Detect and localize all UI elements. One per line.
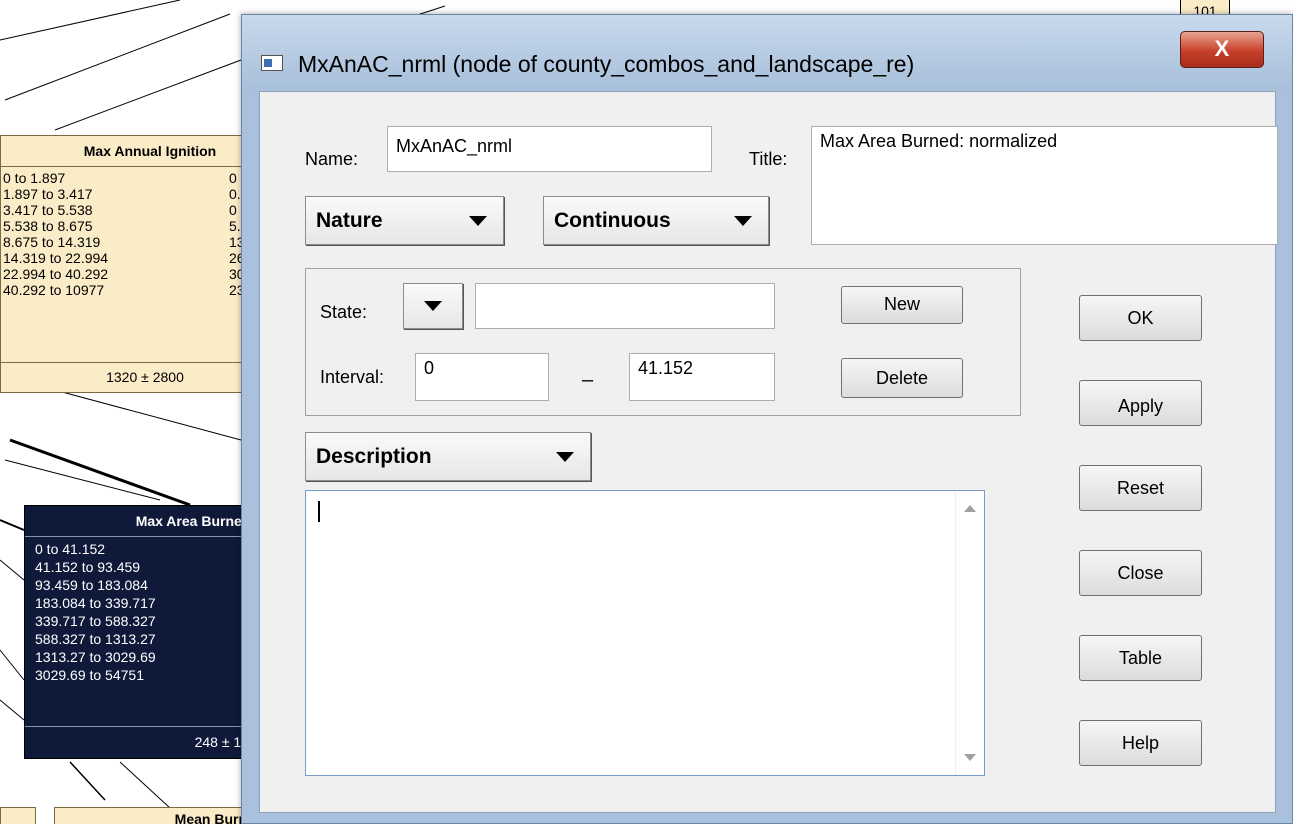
node-properties-dialog: MxAnAC_nrml (node of county_combos_and_l… [241,14,1293,824]
state-range: 40.292 to 10977 [3,282,105,298]
node-title: Max Annual Ignition [1,136,269,167]
node-state-row: 14.319 to 22.994 26. [1,250,269,266]
description-textarea[interactable] [305,490,985,776]
reset-button[interactable]: Reset [1079,465,1202,511]
chevron-down-icon [469,215,487,226]
dialog-titlebar[interactable]: MxAnAC_nrml (node of county_combos_and_l… [242,15,1292,91]
interval-to-input[interactable]: 41.152 [629,353,775,401]
scroll-up-arrow-icon[interactable] [964,505,976,512]
node-state-row: 588.327 to 1313.27 [35,631,156,647]
scroll-down-arrow-icon[interactable] [964,754,976,761]
interval-separator: – [582,369,594,391]
dialog-title: MxAnAC_nrml (node of county_combos_and_l… [298,51,915,77]
node-state-row: 22.994 to 40.292 30. [1,266,269,282]
title-label: Title: [749,149,788,169]
node-state-row: 93.459 to 183.084 [35,577,148,593]
node-title: Max Area Burned: [25,506,269,537]
mean-burn-node: Mean Burn [54,807,254,824]
state-value: 0 [229,170,237,186]
state-range: 0 to 1.897 [3,170,66,186]
states-group: State: New Interval: 0 – 41.152 Delete [305,268,1021,416]
new-button[interactable]: New [841,286,963,324]
continuous-dropdown[interactable]: Continuous [543,196,769,245]
close-icon: X [1214,36,1230,61]
table-button[interactable]: Table [1079,635,1202,681]
state-dropdown[interactable] [403,283,463,329]
node-state-row: 41.152 to 93.459 [35,559,141,575]
max-area-burned-node[interactable]: Max Area Burned: 0 to 41.152 41.152 to 9… [24,505,270,759]
node-state-row: 40.292 to 10977 23. [1,282,269,298]
node-state-row: 3.417 to 5.538 0 [1,202,269,218]
chevron-down-icon [556,451,574,462]
node-state-row: 1.897 to 3.417 0.7 [1,186,269,202]
chevron-down-icon [424,301,442,311]
state-range: 22.994 to 40.292 [3,266,109,282]
state-range: 8.675 to 14.319 [3,234,101,250]
node-title: Mean Burn [174,811,247,824]
description-scrollbar[interactable] [955,491,984,775]
node-mean-sd: 1320 ± 2800 [106,369,184,385]
window-app-icon[interactable] [261,55,283,71]
node-state-row: 0 to 41.152 [35,541,106,557]
dropdown-label: Nature [316,208,383,232]
interval-from-input[interactable]: 0 [415,353,549,401]
background-node-partial [0,807,36,824]
nature-dropdown[interactable]: Nature [305,196,504,245]
close-button[interactable]: Close [1079,550,1202,596]
state-range: 5.538 to 8.675 [3,218,93,234]
dropdown-label: Continuous [554,208,671,232]
state-range: 3.417 to 5.538 [3,202,93,218]
state-range: 1.897 to 3.417 [3,186,93,202]
ok-button[interactable]: OK [1079,295,1202,341]
chevron-down-icon [734,215,752,226]
state-input[interactable] [475,283,775,329]
node-state-row: 1313.27 to 3029.69 [35,649,156,665]
window-close-button[interactable]: X [1180,31,1264,68]
node-state-row: 8.675 to 14.319 13. [1,234,269,250]
state-value: 0 [229,202,237,218]
node-state-row: 5.538 to 8.675 5.0 [1,218,269,234]
apply-button[interactable]: Apply [1079,380,1202,426]
state-range: 14.319 to 22.994 [3,250,109,266]
interval-label: Interval: [320,367,385,387]
name-label: Name: [305,149,359,169]
node-state-row: 339.717 to 588.327 [35,613,156,629]
title-input[interactable]: Max Area Burned: normalized [811,126,1278,245]
node-mean-sd: 248 ± 18 [194,734,249,750]
node-state-row: 0 to 1.897 0 [1,170,269,186]
description-dropdown[interactable]: Description [305,432,591,481]
max-annual-ignition-node: Max Annual Ignition 0 to 1.897 0 1.897 to… [0,135,270,393]
node-state-row: 183.084 to 339.717 [35,595,156,611]
text-caret [318,501,320,522]
help-button[interactable]: Help [1079,720,1202,766]
node-state-row: 3029.69 to 54751 [35,667,144,683]
dialog-client-area: Name: MxAnAC_nrml Title: Max Area Burned… [259,91,1278,813]
name-input[interactable]: MxAnAC_nrml [387,126,712,172]
dropdown-label: Description [316,444,432,468]
state-label: State: [320,302,368,322]
delete-button[interactable]: Delete [841,358,963,398]
